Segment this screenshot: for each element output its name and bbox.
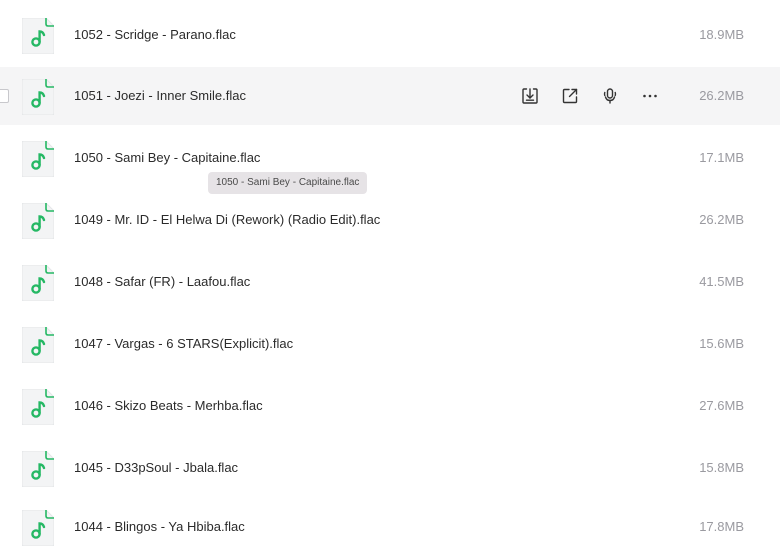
music-file-icon	[22, 79, 54, 115]
row-actions	[520, 86, 660, 106]
music-file-icon	[22, 389, 54, 425]
file-size: 26.2MB	[699, 212, 744, 227]
file-size: 15.6MB	[699, 336, 744, 351]
file-name[interactable]: 1047 - Vargas - 6 STARS(Explicit).flac	[74, 315, 293, 373]
podcast-icon[interactable]	[600, 86, 620, 106]
file-size: 17.1MB	[699, 150, 744, 165]
file-size: 27.6MB	[699, 398, 744, 413]
file-size: 18.9MB	[699, 27, 744, 42]
download-icon[interactable]	[520, 86, 540, 106]
file-row[interactable]: 1048 - Safar (FR) - Laafou.flac 41.5MB	[0, 253, 780, 311]
file-size: 41.5MB	[699, 274, 744, 289]
file-size: 26.2MB	[699, 88, 744, 103]
music-file-icon	[22, 203, 54, 239]
file-name[interactable]: 1052 - Scridge - Parano.flac	[74, 6, 236, 64]
file-row[interactable]: 1050 - Sami Bey - Capitaine.flac 17.1MB	[0, 129, 780, 187]
music-file-icon	[22, 141, 54, 177]
file-name[interactable]: 1051 - Joezi - Inner Smile.flac	[74, 67, 246, 125]
share-icon[interactable]	[560, 86, 580, 106]
file-name[interactable]: 1045 - D33pSoul - Jbala.flac	[74, 439, 238, 497]
music-file-icon	[22, 451, 54, 487]
file-row[interactable]: 1051 - Joezi - Inner Smile.flac 26.2MB	[0, 67, 780, 125]
file-row[interactable]: 1049 - Mr. ID - El Helwa Di (Rework) (Ra…	[0, 191, 780, 249]
file-row[interactable]: 1047 - Vargas - 6 STARS(Explicit).flac 1…	[0, 315, 780, 373]
music-file-icon	[22, 510, 54, 546]
music-file-icon	[22, 327, 54, 363]
filename-tooltip: 1050 - Sami Bey - Capitaine.flac	[208, 172, 368, 194]
file-name[interactable]: 1049 - Mr. ID - El Helwa Di (Rework) (Ra…	[74, 191, 380, 249]
file-row[interactable]: 1044 - Blingos - Ya Hbiba.flac 17.8MB	[0, 498, 780, 556]
music-file-icon	[22, 265, 54, 301]
more-icon[interactable]	[640, 86, 660, 106]
file-row[interactable]: 1046 - Skizo Beats - Merhba.flac 27.6MB	[0, 377, 780, 435]
music-file-icon	[22, 18, 54, 54]
file-row[interactable]: 1052 - Scridge - Parano.flac 18.9MB	[0, 6, 780, 64]
file-size: 17.8MB	[699, 519, 744, 534]
file-name[interactable]: 1048 - Safar (FR) - Laafou.flac	[74, 253, 250, 311]
file-name[interactable]: 1044 - Blingos - Ya Hbiba.flac	[74, 498, 245, 556]
row-checkbox[interactable]	[0, 89, 9, 103]
file-name[interactable]: 1046 - Skizo Beats - Merhba.flac	[74, 377, 263, 435]
file-size: 15.8MB	[699, 460, 744, 475]
file-list: 1052 - Scridge - Parano.flac 18.9MB 1051…	[0, 0, 780, 556]
file-row[interactable]: 1045 - D33pSoul - Jbala.flac 15.8MB	[0, 439, 780, 497]
